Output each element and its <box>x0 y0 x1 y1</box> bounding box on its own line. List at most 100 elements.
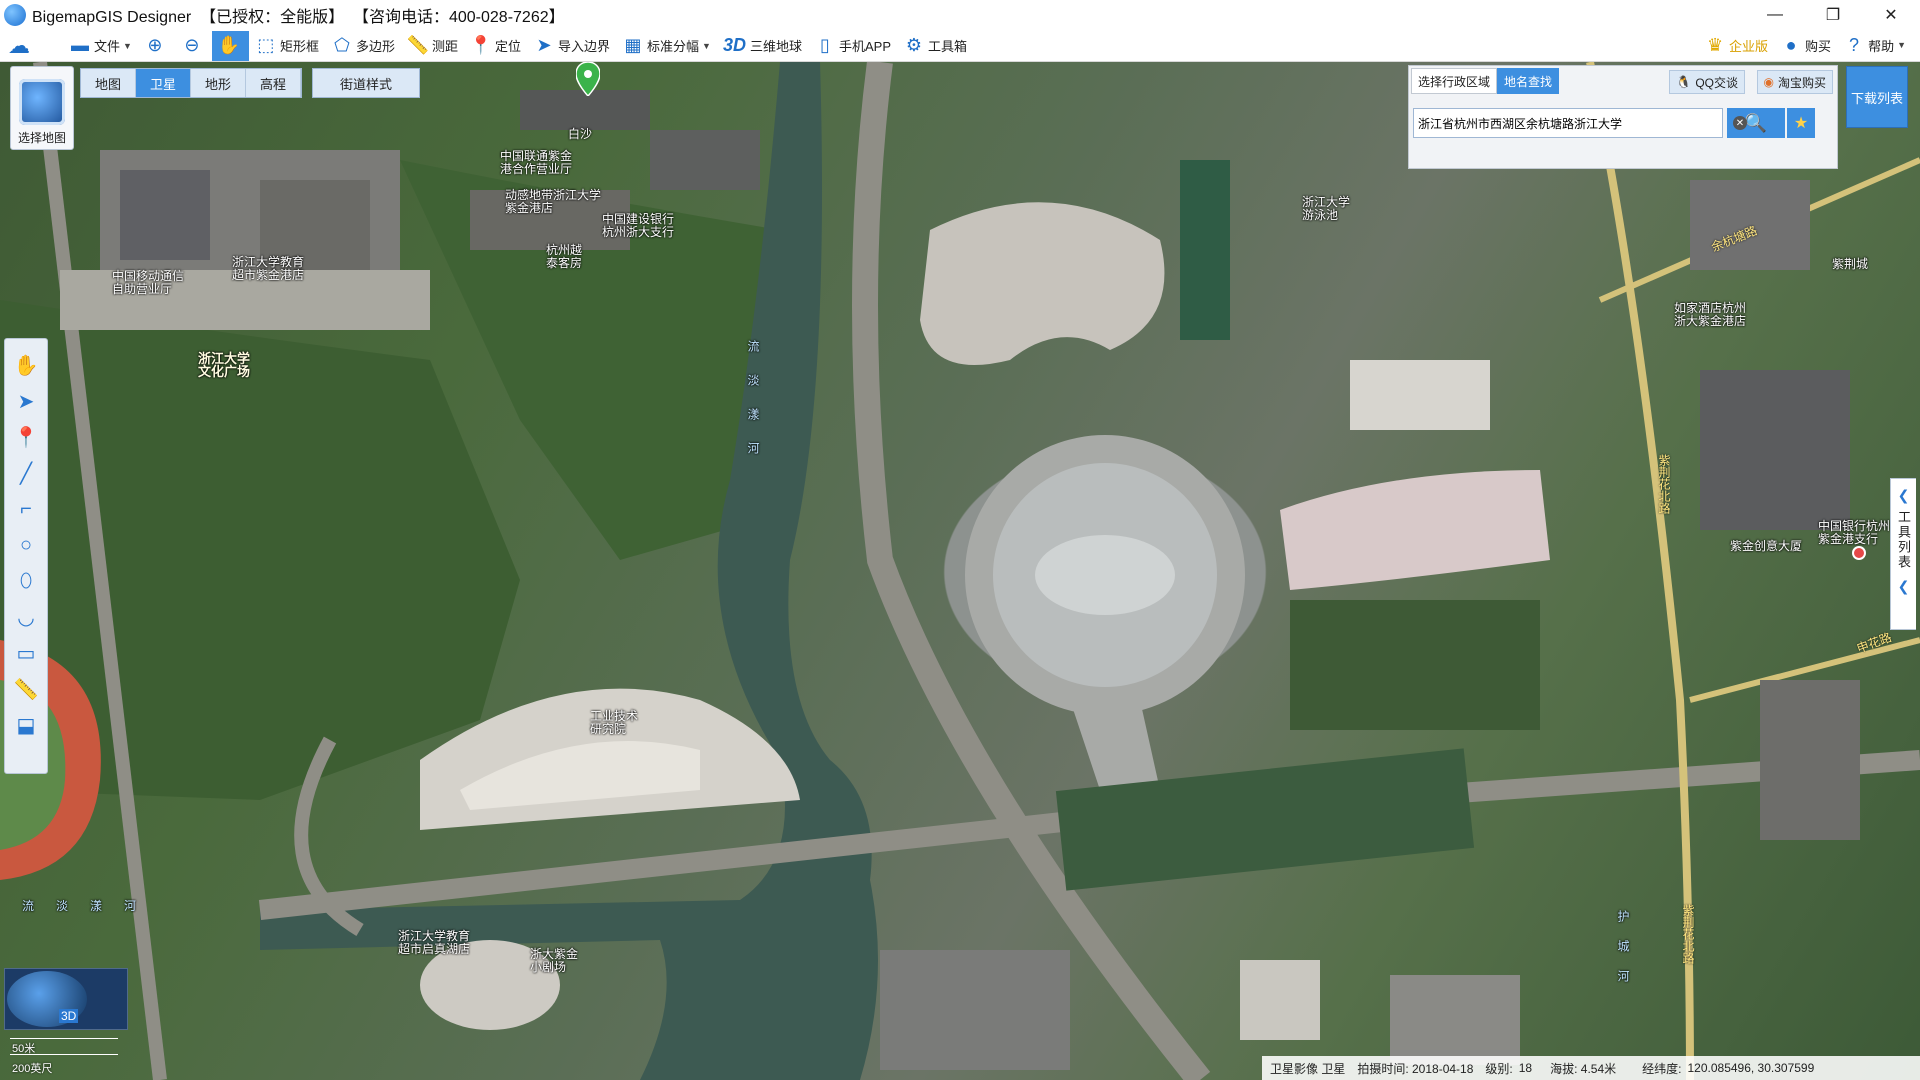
polygon-select-icon: ⬠ <box>334 35 350 55</box>
status-level-label: 级别: <box>1485 1061 1513 1076</box>
folder-icon: ▬ <box>71 35 89 55</box>
poi-label[interactable]: 白沙 <box>568 128 592 141</box>
satellite-map-view[interactable]: 白沙 中国联通紫金 港合作营业厅 动感地带浙江大学 紫金港店 中国建设银行 杭州… <box>0 62 1920 1080</box>
taobao-buy-label: 淘宝购买 <box>1777 75 1826 90</box>
mobile-app-label: 手机APP <box>838 39 891 54</box>
buy-button[interactable]: ● 购买 <box>1774 30 1837 60</box>
poi-label[interactable]: 浙江大学教育 超市启真湖店 <box>398 930 470 956</box>
rectangle-select-button[interactable]: ⬚ 矩形框 <box>249 31 325 61</box>
poi-label[interactable]: 紫荆城 <box>1832 258 1868 271</box>
tab-terrain[interactable]: 地形 <box>191 69 246 97</box>
cloud-menu-button[interactable]: ☁ <box>0 31 39 61</box>
file-menu-label: 文件 <box>94 39 121 54</box>
taobao-icon: ◉ <box>1763 75 1774 89</box>
help-label: 帮助 <box>1868 38 1895 54</box>
main-toolbar: ☁ ▬ 文件 ▼ ⊕ ⊖ ✋ ⬚ 矩形框 ⬠ 多边形 📏 测距 📍 定位 ➤ 导… <box>0 30 1920 62</box>
curve-icon[interactable]: ◡ <box>9 599 43 635</box>
street-style-button[interactable]: 街道样式 <box>312 68 420 98</box>
select-map-button[interactable]: 选择地图 <box>10 66 74 150</box>
circle-icon[interactable]: ○ <box>9 527 43 563</box>
tab-map[interactable]: 地图 <box>81 69 136 97</box>
3d-globe-button[interactable]: 3D 三维地球 <box>717 31 808 61</box>
status-bar: 卫星影像 卫星 拍摄时间: 2018-04-18 级别: 18 海拔: 4.54… <box>1262 1056 1920 1080</box>
mobile-app-button[interactable]: ▯ 手机APP <box>808 31 897 61</box>
polygon-select-button[interactable]: ⬠ 多边形 <box>325 31 401 61</box>
marker-icon[interactable]: 📍 <box>9 419 43 455</box>
ruler-icon: 📏 <box>406 35 430 55</box>
enterprise-button[interactable]: ♛ 企业版 <box>1698 30 1774 60</box>
file-menu-button[interactable]: ▬ 文件 ▼ <box>63 31 138 61</box>
area-measure-icon[interactable]: ⬓ <box>9 707 43 743</box>
tab-elevation[interactable]: 高程 <box>246 69 301 97</box>
import-boundary-label: 导入边界 <box>558 39 611 54</box>
poi-label[interactable]: 中国联通紫金 港合作营业厅 <box>500 150 572 176</box>
search-row: ✕ 🔍 ★ <box>1413 108 1835 138</box>
poi-label[interactable]: 紫金创意大厦 <box>1730 540 1802 553</box>
measure-distance-button[interactable]: 📏 测距 <box>401 31 464 61</box>
chevron-down-icon: ▼ <box>1897 40 1906 50</box>
import-boundary-icon: ➤ <box>536 35 552 55</box>
poi-label[interactable]: 中国移动通信 自助营业厅 <box>112 270 184 296</box>
favorite-button[interactable]: ★ <box>1787 108 1815 138</box>
poi-label[interactable]: 如家酒店杭州 浙大紫金港店 <box>1674 302 1746 328</box>
locate-button[interactable]: 📍 定位 <box>464 31 527 61</box>
map-imagery <box>0 62 1920 1080</box>
poi-label[interactable]: 工业技术 研究院 <box>590 710 638 736</box>
bank-marker-icon[interactable] <box>1852 546 1866 560</box>
chevron-down-icon: ▼ <box>702 40 711 51</box>
restore-button[interactable]: ❐ <box>1804 0 1862 30</box>
pointer-icon[interactable]: ➤ <box>9 383 43 419</box>
poi-label[interactable]: 中国建设银行 杭州浙大支行 <box>602 213 674 239</box>
hand-pan-icon[interactable]: ✋ <box>9 347 43 383</box>
taobao-buy-button[interactable]: ◉ 淘宝购买 <box>1756 70 1833 94</box>
pan-tool-button[interactable]: ✋ <box>211 30 249 61</box>
poi-label[interactable]: 浙江大学教育 超市紫金港店 <box>232 256 304 282</box>
poi-label[interactable]: 中国银行杭州 紫金港支行 <box>1818 520 1890 546</box>
minimize-button[interactable]: — <box>1746 0 1804 30</box>
scale-line <box>10 1054 118 1055</box>
locate-label: 定位 <box>494 39 521 54</box>
poi-label[interactable]: 杭州越 泰客房 <box>546 244 582 270</box>
window-title: BigemapGIS Designer 【已授权：全能版】 【咨询电话：400-… <box>32 9 565 26</box>
qq-chat-button[interactable]: 🐧 QQ交谈 <box>1669 70 1745 94</box>
app-logo-icon <box>4 4 26 26</box>
tab-satellite[interactable]: 卫星 <box>136 69 191 97</box>
polyline-icon[interactable]: ⌐ <box>9 491 43 527</box>
standard-sheet-button[interactable]: ▦ 标准分幅 ▼ <box>616 31 717 61</box>
chevron-left-icon: ❮ <box>1897 578 1910 594</box>
search-panel: 选择行政区域 地名查找 🐧 QQ交谈 ◉ 淘宝购买 ✕ 🔍 ★ <box>1408 65 1838 169</box>
place-search-input[interactable] <box>1413 108 1723 138</box>
globe-icon <box>19 79 65 125</box>
poi-label[interactable]: 浙大紫金 小剧场 <box>530 948 578 974</box>
3d-icon: 3D <box>722 35 746 55</box>
river-label: 流淡漾河 <box>22 899 159 913</box>
scale-bar: 50米 200英尺 <box>8 1038 134 1078</box>
close-button[interactable]: ✕ <box>1862 0 1920 30</box>
poi-label[interactable]: 浙江大学 游泳池 <box>1302 196 1350 222</box>
download-list-button[interactable]: 下载列表 <box>1846 66 1908 128</box>
ruler-icon[interactable]: 📏 <box>9 671 43 707</box>
overview-map[interactable]: 3D <box>4 968 128 1030</box>
qq-chat-label: QQ交谈 <box>1695 75 1738 90</box>
rectangle-icon[interactable]: ▭ <box>9 635 43 671</box>
tab-place-search[interactable]: 地名查找 <box>1497 68 1560 94</box>
help-button[interactable]: ? 帮助 ▼ <box>1837 30 1912 60</box>
poi-label[interactable]: 动感地带浙江大学 紫金港店 <box>505 189 601 215</box>
poi-label[interactable]: 浙江大学 文化广场 <box>198 352 250 378</box>
freehand-icon[interactable]: ⬯ <box>9 563 43 599</box>
import-boundary-button[interactable]: ➤ 导入边界 <box>527 31 616 61</box>
tab-select-admin-region[interactable]: 选择行政区域 <box>1411 68 1498 94</box>
chevron-down-icon: ▼ <box>123 40 132 51</box>
zoom-in-button[interactable]: ⊕ <box>138 31 175 61</box>
toolbox-button[interactable]: ⚙ 工具箱 <box>897 31 973 61</box>
tool-list-panel-tab[interactable]: ❮ 工具列表 ❮ <box>1890 478 1916 630</box>
clear-icon[interactable]: ✕ <box>1733 116 1747 130</box>
qq-icon: 🐧 <box>1676 75 1692 89</box>
location-marker-icon[interactable] <box>575 62 601 98</box>
3d-badge[interactable]: 3D <box>59 1009 79 1023</box>
line-icon[interactable]: ╱ <box>9 455 43 491</box>
map-type-tabs: 地图 卫星 地形 高程 <box>80 68 302 98</box>
zoom-out-button[interactable]: ⊖ <box>175 31 212 61</box>
zoom-in-icon: ⊕ <box>147 35 163 55</box>
river-label: 流淡漾河 <box>746 340 760 476</box>
